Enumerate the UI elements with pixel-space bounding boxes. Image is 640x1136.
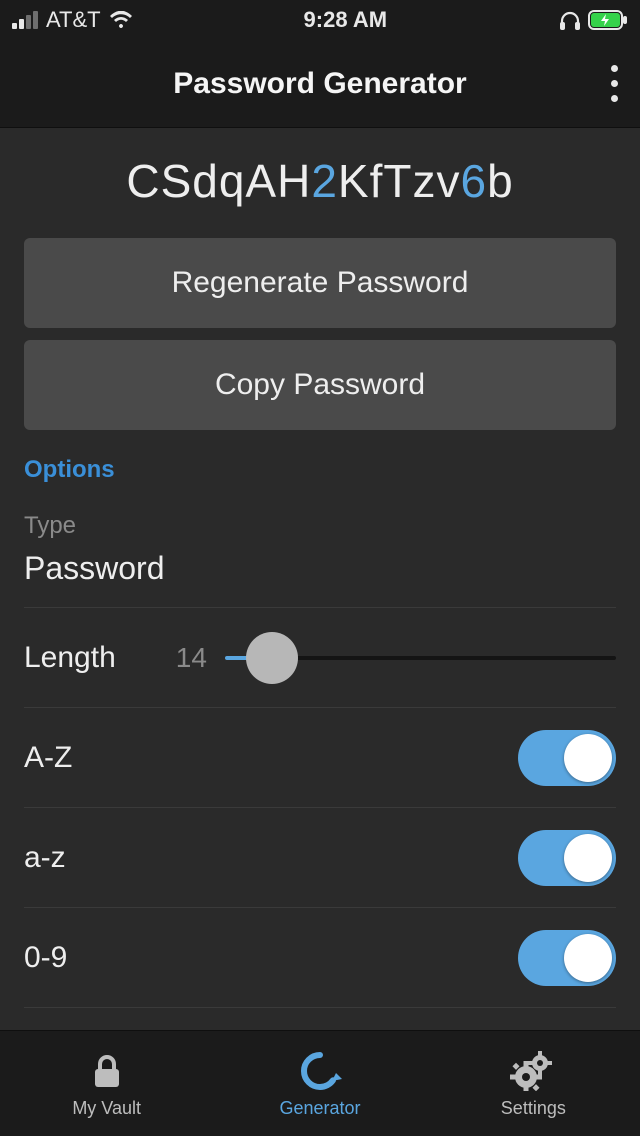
toggle-switch[interactable]	[518, 730, 616, 786]
options-heading: Options	[24, 450, 616, 502]
page-title: Password Generator	[173, 67, 466, 101]
app-header: Password Generator	[0, 40, 640, 128]
type-value: Password	[24, 550, 616, 587]
toggle-switch[interactable]	[518, 830, 616, 886]
password-letters: CSdqAH	[126, 155, 311, 207]
more-menu-button[interactable]	[611, 40, 618, 127]
tab-settings[interactable]: Settings	[427, 1031, 640, 1136]
password-digit: 2	[311, 155, 338, 207]
password-letters: KfTzv	[338, 155, 461, 207]
length-value: 14	[176, 642, 207, 674]
toggle-row-az: A-Z	[24, 708, 616, 808]
password-letters: b	[487, 155, 514, 207]
headphones-icon	[558, 9, 582, 31]
signal-icon	[12, 11, 38, 29]
status-bar: AT&T 9:28 AM	[0, 0, 640, 40]
toggle-label: A-Z	[24, 741, 72, 775]
tab-my-vault[interactable]: My Vault	[0, 1031, 213, 1136]
lock-icon	[87, 1048, 127, 1094]
regenerate-button[interactable]: Regenerate Password	[24, 238, 616, 328]
type-field[interactable]: Type Password	[24, 502, 616, 608]
wifi-icon	[109, 11, 133, 29]
generated-password: CSdqAH2KfTzv6b	[24, 128, 616, 238]
carrier-label: AT&T	[46, 7, 101, 33]
type-label: Type	[24, 512, 616, 540]
battery-charging-icon	[588, 10, 628, 30]
password-digit: 6	[460, 155, 487, 207]
more-vertical-icon	[611, 65, 618, 102]
status-right	[558, 9, 628, 31]
content-area: CSdqAH2KfTzv6b Regenerate Password Copy …	[0, 128, 640, 1030]
tab-bar: My Vault Generator Settings	[0, 1030, 640, 1136]
copy-button[interactable]: Copy Password	[24, 340, 616, 430]
tab-label: My Vault	[72, 1098, 141, 1119]
toggle-label: 0-9	[24, 941, 67, 975]
length-row: Length 14	[24, 608, 616, 708]
refresh-icon	[298, 1048, 342, 1094]
toggle-label: a-z	[24, 841, 66, 875]
length-slider[interactable]	[225, 655, 616, 661]
status-left: AT&T	[12, 7, 133, 33]
tab-label: Generator	[279, 1098, 360, 1119]
length-label: Length	[24, 641, 116, 675]
toggle-switch[interactable]	[518, 930, 616, 986]
gears-icon	[510, 1048, 556, 1094]
toggle-row-09: 0-9	[24, 908, 616, 1008]
toggle-row-az: a-z	[24, 808, 616, 908]
status-time: 9:28 AM	[304, 7, 388, 33]
tab-label: Settings	[501, 1098, 566, 1119]
tab-generator[interactable]: Generator	[213, 1031, 426, 1136]
